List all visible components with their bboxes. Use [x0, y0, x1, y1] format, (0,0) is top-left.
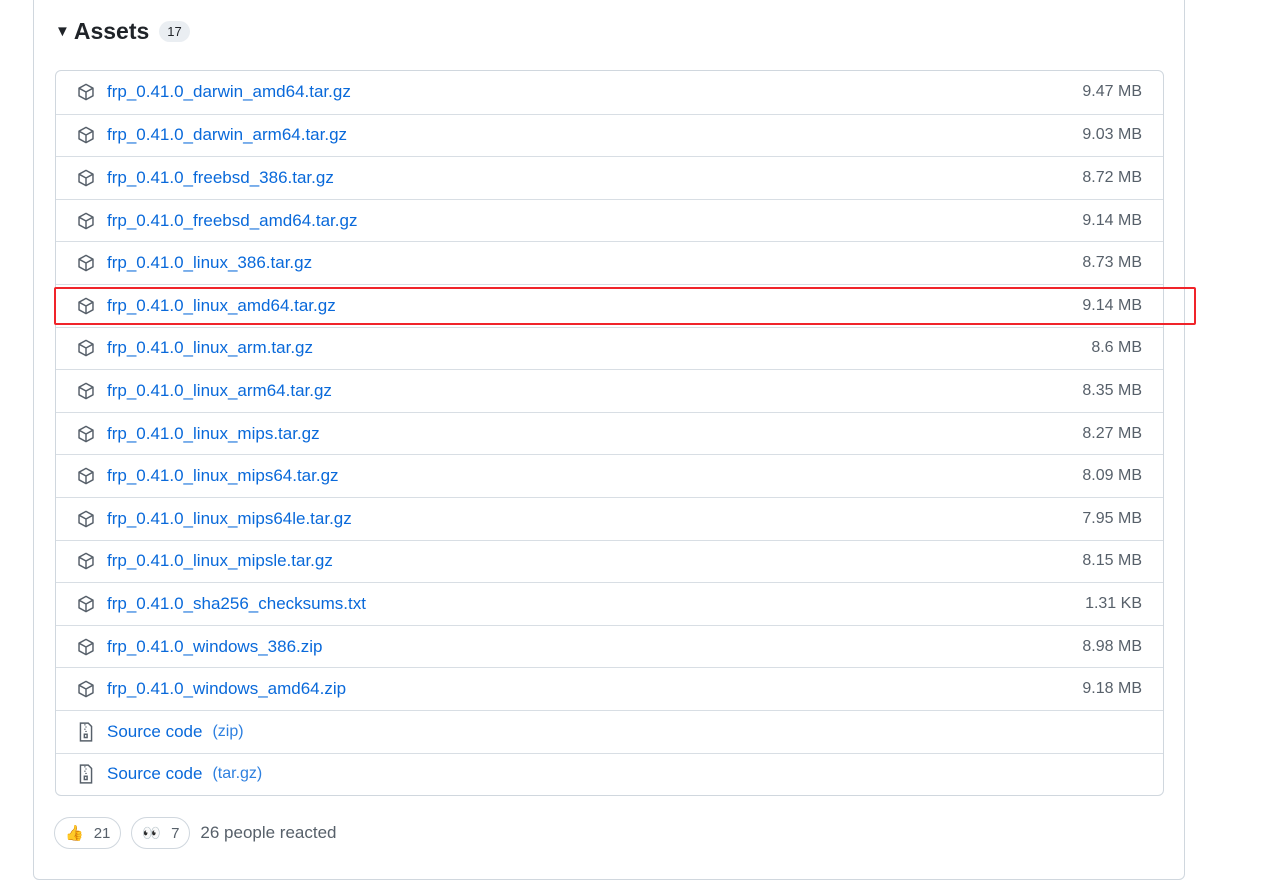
assets-toggle[interactable]: ▼ Assets 17: [55, 18, 190, 45]
reaction-thumbs-up[interactable]: 👍 21: [54, 817, 122, 849]
thumbs-up-icon: 👍: [65, 825, 84, 842]
asset-row: frp_0.41.0_freebsd_386.tar.gz 8.72 MB: [56, 156, 1163, 199]
file-zip-icon: [77, 764, 97, 784]
asset-row: frp_0.41.0_linux_386.tar.gz 8.73 MB: [56, 241, 1163, 284]
asset-link[interactable]: frp_0.41.0_sha256_checksums.txt: [107, 594, 366, 614]
asset-size: 7.95 MB: [1082, 509, 1142, 527]
source-ext: (tar.gz): [212, 765, 263, 783]
asset-row: frp_0.41.0_windows_386.zip 8.98 MB: [56, 624, 1163, 668]
package-icon: [77, 466, 97, 486]
asset-link[interactable]: frp_0.41.0_freebsd_386.tar.gz: [107, 168, 334, 188]
asset-row: frp_0.41.0_linux_amd64.tar.gz 9.14 MB: [56, 283, 1163, 327]
asset-size: 8.6 MB: [1091, 339, 1142, 357]
asset-link[interactable]: frp_0.41.0_linux_mips.tar.gz: [107, 424, 320, 444]
asset-row: frp_0.41.0_linux_arm.tar.gz 8.6 MB: [56, 326, 1163, 370]
asset-size: 8.73 MB: [1082, 254, 1142, 272]
package-icon: [77, 509, 97, 529]
source-ext: (zip): [212, 722, 244, 740]
reactions-summary: 26 people reacted: [200, 823, 337, 842]
file-zip-icon: [77, 722, 97, 742]
source-row: Source code (zip): [56, 709, 1163, 753]
asset-size: 8.35 MB: [1082, 381, 1142, 399]
asset-link[interactable]: frp_0.41.0_windows_386.zip: [107, 637, 322, 657]
asset-size: 9.14 MB: [1082, 296, 1142, 314]
asset-row: frp_0.41.0_linux_mips64.tar.gz 8.09 MB: [56, 454, 1163, 497]
package-icon: [77, 168, 97, 188]
asset-row: frp_0.41.0_windows_amd64.zip 9.18 MB: [56, 667, 1163, 710]
eyes-icon: 👀: [142, 825, 162, 842]
asset-row: frp_0.41.0_linux_arm64.tar.gz 8.35 MB: [56, 369, 1163, 412]
thumbs-up-count: 21: [93, 824, 111, 842]
source-link[interactable]: Source code: [107, 764, 202, 784]
package-icon: [77, 211, 97, 231]
reactions: 👍 21 👀 7 26 people reacted: [54, 817, 337, 849]
asset-size: 8.98 MB: [1082, 637, 1142, 655]
reaction-eyes[interactable]: 👀 7: [131, 817, 191, 849]
triangle-down-icon: ▼: [55, 23, 70, 40]
asset-size: 8.27 MB: [1082, 424, 1142, 442]
asset-size: 8.09 MB: [1082, 467, 1142, 485]
asset-size: 8.72 MB: [1082, 168, 1142, 186]
asset-row: frp_0.41.0_darwin_amd64.tar.gz 9.47 MB: [56, 71, 1163, 114]
asset-link[interactable]: frp_0.41.0_darwin_arm64.tar.gz: [107, 125, 347, 145]
package-icon: [77, 551, 97, 571]
package-icon: [77, 125, 97, 145]
asset-link[interactable]: frp_0.41.0_windows_amd64.zip: [107, 679, 346, 699]
package-icon: [77, 679, 97, 699]
asset-link[interactable]: frp_0.41.0_linux_386.tar.gz: [107, 253, 312, 273]
asset-link[interactable]: frp_0.41.0_linux_mips64.tar.gz: [107, 466, 339, 486]
source-link[interactable]: Source code: [107, 722, 202, 742]
asset-link[interactable]: frp_0.41.0_linux_arm64.tar.gz: [107, 381, 332, 401]
asset-size: 9.14 MB: [1082, 211, 1142, 229]
package-icon: [77, 594, 97, 614]
asset-row: frp_0.41.0_linux_mipsle.tar.gz 8.15 MB: [56, 539, 1163, 583]
asset-link[interactable]: frp_0.41.0_darwin_amd64.tar.gz: [107, 82, 351, 102]
asset-size: 9.03 MB: [1082, 126, 1142, 144]
package-icon: [77, 82, 97, 102]
package-icon: [77, 424, 97, 444]
asset-size: 9.18 MB: [1082, 680, 1142, 698]
eyes-count: 7: [171, 824, 180, 842]
asset-link[interactable]: frp_0.41.0_freebsd_amd64.tar.gz: [107, 211, 357, 231]
asset-size: 8.15 MB: [1082, 552, 1142, 570]
package-icon: [77, 338, 97, 358]
assets-list: frp_0.41.0_darwin_amd64.tar.gz 9.47 MB frp…: [55, 70, 1164, 797]
asset-row: frp_0.41.0_linux_mips.tar.gz 8.27 MB: [56, 411, 1163, 455]
asset-row: frp_0.41.0_sha256_checksums.txt 1.31 KB: [56, 582, 1163, 625]
package-icon: [77, 253, 97, 273]
source-row: Source code (tar.gz): [56, 752, 1163, 796]
asset-row: frp_0.41.0_linux_mips64le.tar.gz 7.95 MB: [56, 496, 1163, 540]
asset-link[interactable]: frp_0.41.0_linux_arm.tar.gz: [107, 338, 313, 358]
asset-size: 1.31 KB: [1085, 594, 1142, 612]
package-icon: [77, 381, 97, 401]
asset-row: frp_0.41.0_darwin_arm64.tar.gz 9.03 MB: [56, 113, 1163, 157]
asset-size: 9.47 MB: [1082, 83, 1142, 101]
assets-count-badge: 17: [159, 21, 190, 42]
package-icon: [77, 296, 97, 316]
asset-link[interactable]: frp_0.41.0_linux_amd64.tar.gz: [107, 296, 336, 316]
asset-link[interactable]: frp_0.41.0_linux_mipsle.tar.gz: [107, 551, 333, 571]
package-icon: [77, 637, 97, 657]
asset-row: frp_0.41.0_freebsd_amd64.tar.gz 9.14 MB: [56, 198, 1163, 242]
asset-link[interactable]: frp_0.41.0_linux_mips64le.tar.gz: [107, 509, 352, 529]
assets-title: Assets: [73, 18, 150, 44]
